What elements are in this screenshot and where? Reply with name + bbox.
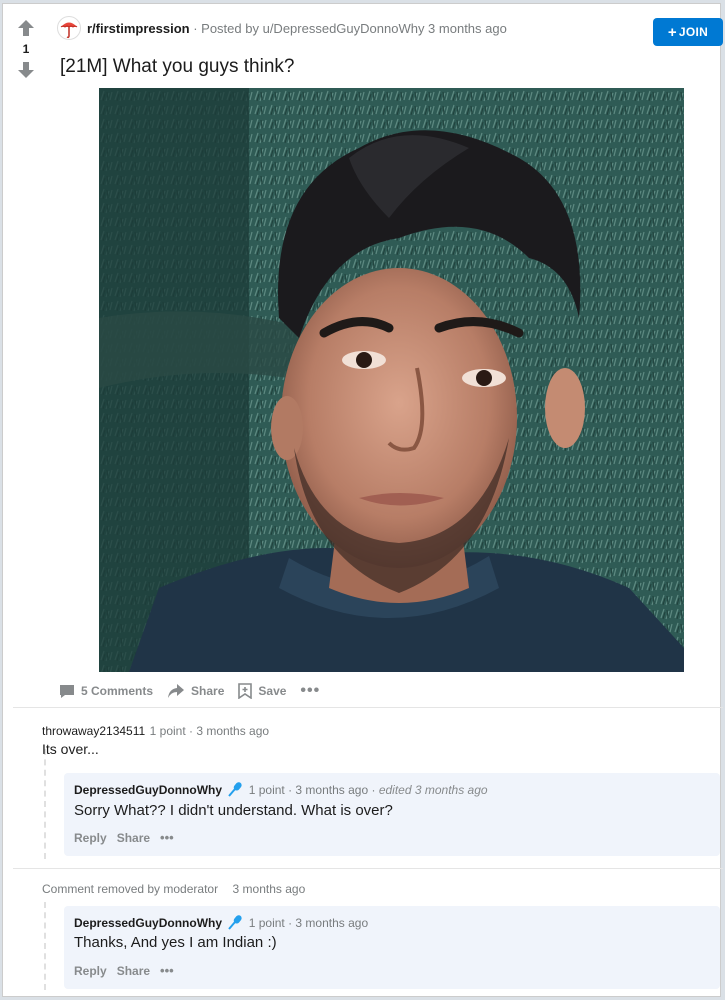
post-image[interactable] [99,88,684,672]
more-options-button[interactable]: ••• [300,682,320,700]
downvote-icon[interactable] [16,60,36,80]
comment-meta: 1 point · 3 months ago [149,724,270,738]
share-label: Share [191,684,225,698]
reply-actions: Reply Share ••• [74,963,174,978]
more-icon: ••• [300,682,321,699]
comment-meta: 3 months ago [232,882,306,896]
reply-actions: Reply Share ••• [74,830,174,845]
share-button[interactable]: Share [117,831,150,845]
join-label: JOIN [678,25,709,39]
comment-header: Comment removed by moderator 3 months ag… [42,880,305,898]
comments-divider [13,707,723,708]
subreddit-link[interactable]: r/firstimpression [87,21,190,36]
reply-button[interactable]: Reply [74,964,107,978]
upvote-icon[interactable] [16,18,36,38]
more-icon[interactable]: ••• [160,830,174,845]
save-button[interactable]: Save [238,683,286,699]
reply-body: Sorry What?? I didn't understand. What i… [74,802,393,819]
reply-meta: 1 point · 3 months ago · [248,783,376,797]
reply-comment: DepressedGuyDonnoWhy 1 point · 3 months … [64,906,720,989]
plus-icon: + [667,23,677,41]
post-meta: r/firstimpression · Posted by u/Depresse… [87,21,507,36]
reply-button[interactable]: Reply [74,831,107,845]
microphone-icon [228,915,243,930]
post-score: 1 [22,42,30,56]
save-label: Save [258,684,287,698]
share-button[interactable]: Share [117,964,150,978]
post-actions: 5 Comments Share Save ••• [59,682,320,700]
reply-header: DepressedGuyDonnoWhy 1 point · 3 months … [74,781,488,797]
reply-edited: edited 3 months ago [378,783,488,797]
post-card: 1 r/firstimpression · Posted by u/Depres… [2,3,723,997]
reply-author[interactable]: DepressedGuyDonnoWhy [74,916,222,930]
more-icon[interactable]: ••• [160,963,174,978]
subreddit-icon[interactable] [57,16,81,40]
reply-comment: DepressedGuyDonnoWhy 1 point · 3 months … [64,773,720,856]
comment-author[interactable]: throwaway2134511 [42,724,145,738]
reply-header: DepressedGuyDonnoWhy 1 point · 3 months … [74,914,368,930]
join-button[interactable]: + JOIN [653,18,723,46]
comment-icon [60,685,74,698]
posted-by[interactable]: · Posted by u/DepressedGuyDonnoWhy 3 mon… [193,21,507,36]
save-icon [238,683,253,699]
share-icon [168,684,185,698]
share-button[interactable]: Share [167,683,224,699]
reply-author[interactable]: DepressedGuyDonnoWhy [74,783,222,797]
comments-label: 5 Comments [81,684,154,698]
comment-header: throwaway2134511 1 point · 3 months ago [42,722,269,740]
comments-button[interactable]: 5 Comments [59,683,153,699]
removed-notice: Comment removed by moderator [42,882,219,896]
thread-line[interactable] [44,749,46,859]
reply-body: Thanks, And yes I am Indian :) [74,934,277,951]
comments-divider [13,868,723,869]
comment-body: Its over... [42,741,99,757]
thread-line[interactable] [44,902,46,990]
reply-meta: 1 point · 3 months ago [248,916,369,930]
microphone-icon [228,782,243,797]
post-title[interactable]: [21M] What you guys think? [60,56,294,78]
vote-column: 1 [11,18,41,80]
